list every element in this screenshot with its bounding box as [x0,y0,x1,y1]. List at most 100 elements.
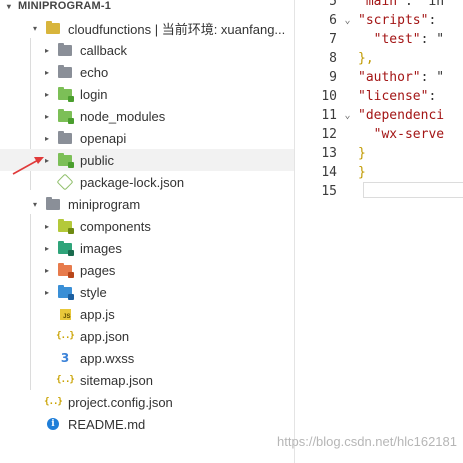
chevron-down-icon[interactable]: ▾ [30,17,40,39]
code-line[interactable]: 8}, [295,49,463,68]
chevron-right-icon[interactable]: ▸ [42,39,52,61]
line-number: 6 [329,13,337,28]
item-label: miniprogram [68,196,141,212]
item-label: app.wxss [80,350,135,366]
file-item[interactable]: {..} app.json [0,325,294,347]
node-folder-icon [58,105,74,127]
line-number: 8 [329,51,337,66]
code-line[interactable]: 5 "main": "in [295,0,463,11]
json-icon: {..} [56,331,75,341]
item-label: app.js [80,306,115,322]
folder-item[interactable]: ▸ callback [0,39,294,61]
red-arrow-icon [12,157,44,175]
file-item[interactable]: JS app.js [0,303,294,325]
fold-chevron-icon[interactable]: ⌄ [337,15,358,26]
folder-item[interactable]: ▸ style [0,281,294,303]
npm-icon [56,171,74,193]
code-text: } [358,146,366,161]
line-number: 13 [321,146,337,161]
code-token: : [428,13,445,28]
file-item[interactable]: {..} project.config.json [0,391,294,413]
chevron-right-icon[interactable]: ▸ [42,61,52,83]
chevron-right-icon[interactable]: ▸ [42,259,52,281]
code-token: "dependenci [358,108,445,123]
item-label: callback [80,42,127,58]
css-icon: 3 [60,351,70,365]
chevron-right-icon[interactable]: ▸ [42,105,52,127]
code-line[interactable]: 9 "author": " [295,68,463,87]
item-label: app.json [80,328,130,344]
watermark-text: https://blog.csdn.net/hlc162181 [277,434,457,449]
chevron-down-icon[interactable]: ▾ [4,0,14,17]
folder-item[interactable]: ▾ miniprogram [0,193,294,215]
images-folder-icon [58,237,74,259]
folder-open-icon [46,17,60,39]
code-line[interactable]: 13} [295,144,463,163]
code-token: } [358,146,366,161]
chevron-down-icon[interactable]: ▾ [30,193,40,215]
code-line[interactable]: 14} [295,163,463,182]
line-number: 5 [329,0,337,9]
chevron-right-icon[interactable]: ▸ [42,215,52,237]
pages-folder-icon [58,259,74,281]
code-text: "scripts": [358,13,444,28]
file-explorer: ▾ MINIPROGRAM-1 ▾ cloudfunctions | 当前环境: xu… [0,0,294,463]
explorer-section-header[interactable]: ▾ MINIPROGRAM-1 [0,0,294,17]
line-number: 7 [329,32,337,47]
chevron-right-icon[interactable]: ▸ [42,83,52,105]
item-label: style [80,284,107,300]
item-label: sitemap.json [80,372,153,388]
item-label: echo [80,64,109,80]
components-folder-icon [58,215,74,237]
folder-item[interactable]: ▸ images [0,237,294,259]
code-token: "test" [358,32,421,47]
folder-item[interactable]: ▸ node_modules [0,105,294,127]
fold-chevron-icon[interactable]: ⌄ [337,110,358,121]
folder-item[interactable]: ▸ components [0,215,294,237]
editor-horizontal-scrollbar[interactable] [363,182,463,198]
code-line[interactable]: 6 ⌄ "scripts": [295,11,463,30]
code-token: : [428,89,445,104]
folder-item[interactable]: ▸ pages [0,259,294,281]
chevron-right-icon[interactable]: ▸ [42,281,52,303]
line-number: 12 [321,127,337,142]
file-item[interactable]: i README.md [0,413,294,435]
line-number: 11 [321,108,337,123]
code-editor[interactable]: 5 "main": "in 6 ⌄ "scripts": 7 "test": " 8}, 9… [295,0,463,463]
code-text: "wx-serve [358,127,444,142]
folder-item[interactable]: ▸ login [0,83,294,105]
style-folder-icon [58,281,74,303]
code-line[interactable]: 11 ⌄ "dependenci [295,106,463,125]
code-line[interactable]: 10 "license": [295,87,463,106]
info-icon: i [46,413,60,435]
code-line[interactable]: 12 "wx-serve [295,125,463,144]
folder-icon [58,39,72,61]
item-label: openapi [80,130,127,146]
line-number: 9 [329,70,337,85]
cloud-folder-icon [58,83,74,105]
code-line[interactable]: 7 "test": " [295,30,463,49]
file-item[interactable]: 3 app.wxss [0,347,294,369]
file-item[interactable]: {..} sitemap.json [0,369,294,391]
folder-icon [58,61,72,83]
code-token: : " [420,70,445,85]
chevron-right-icon[interactable]: ▸ [42,127,52,149]
line-number: 15 [321,184,337,199]
chevron-right-icon[interactable]: ▸ [42,237,52,259]
code-text: }, [358,51,374,66]
folder-item[interactable]: ▾ cloudfunctions | 当前环境: xuanfang... [0,17,294,39]
item-label: components [80,218,151,234]
code-token: "author" [358,70,421,85]
line-number: 14 [321,165,337,180]
item-label: package-lock.json [80,174,185,190]
item-label: project.config.json [68,394,173,410]
code-token: }, [358,51,374,66]
item-label: node_modules [80,108,166,124]
item-label: public [80,152,114,168]
folder-item[interactable]: ▸ echo [0,61,294,83]
folder-item[interactable]: ▸ openapi [0,127,294,149]
